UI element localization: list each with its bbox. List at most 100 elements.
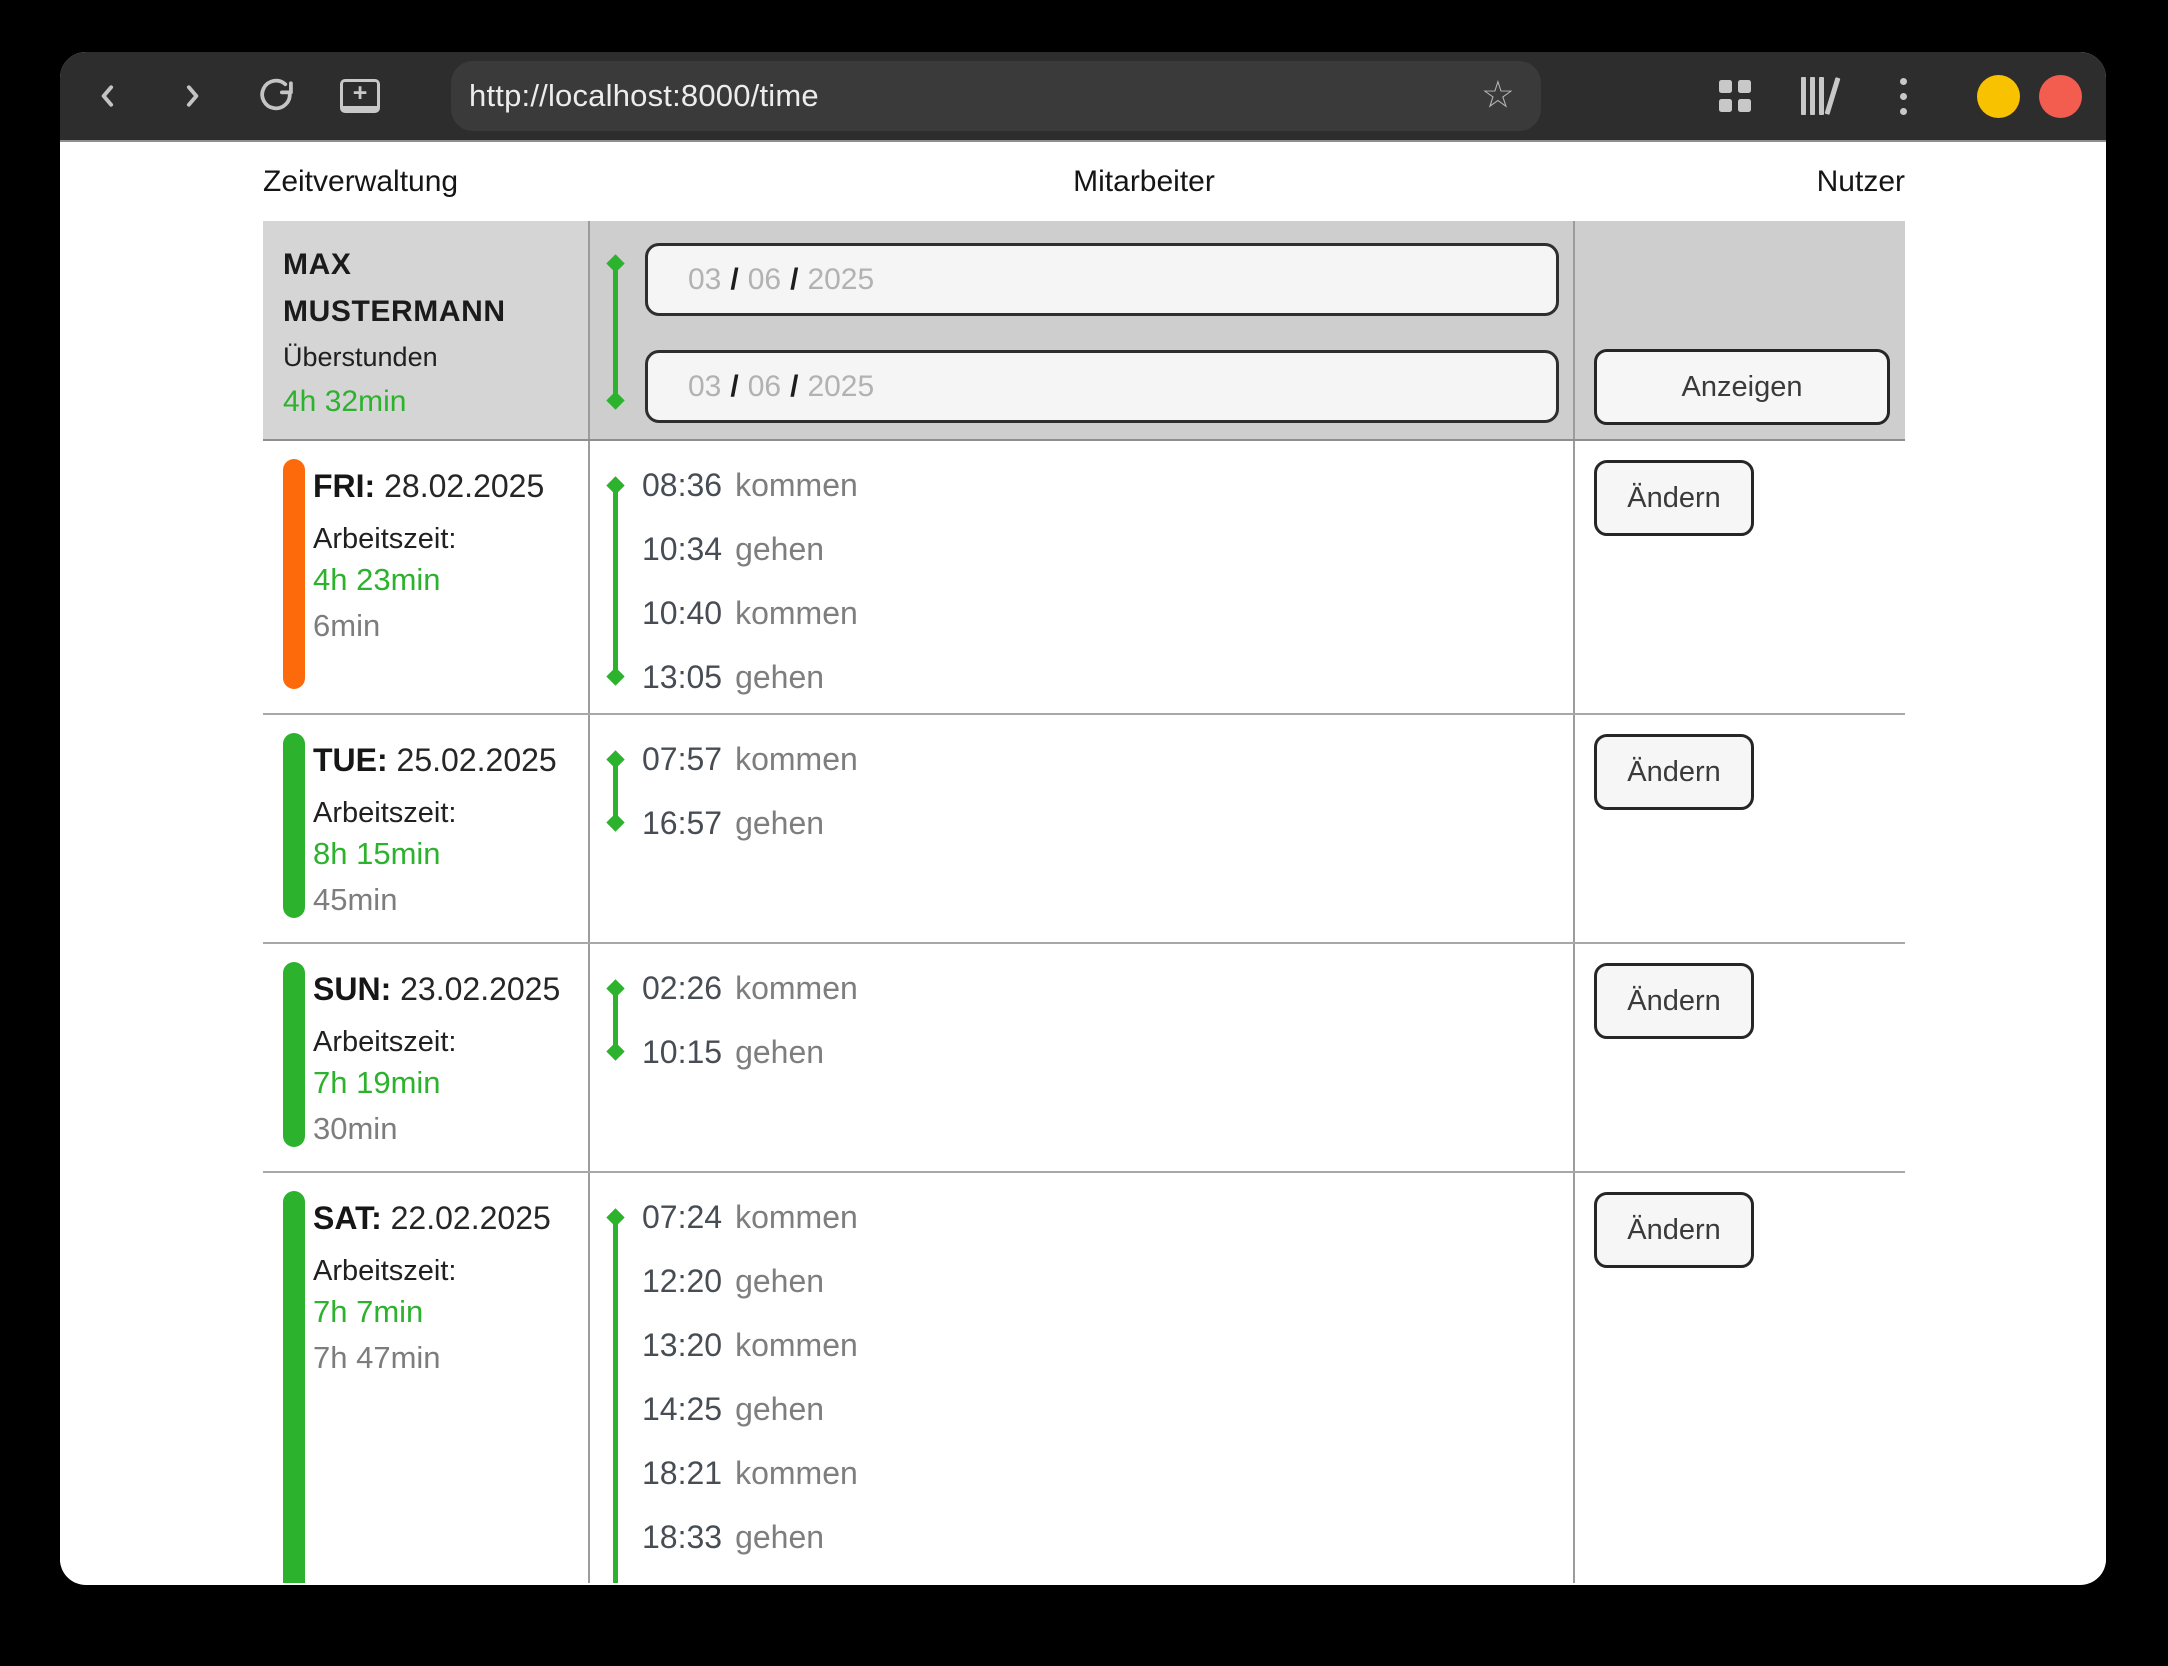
screen: + http://localhost:8000/time ☆ xyxy=(0,0,2168,1666)
time-type: gehen xyxy=(735,659,824,696)
timeline xyxy=(613,1217,618,1583)
day-heading: TUE: 25.02.2025 xyxy=(313,741,588,779)
time-value: 07:24 xyxy=(642,1199,722,1236)
time-entries-cell: 07:24 kommen 12:20 gehen 13:20 kommen 14… xyxy=(590,1173,1575,1583)
show-action-cell: Anzeigen xyxy=(1575,221,1905,439)
time-type: kommen xyxy=(735,741,858,778)
new-tab-button[interactable]: + xyxy=(332,64,388,128)
pause-value: 7h 47min xyxy=(313,1335,588,1381)
worktime-value: 4h 23min xyxy=(313,557,588,603)
pause-value: 30min xyxy=(313,1106,588,1152)
nav-mitarbeiter[interactable]: Mitarbeiter xyxy=(1073,165,1215,199)
day-summary-cell: SUN: 23.02.2025 Arbeitszeit: 7h 19min 30… xyxy=(263,944,590,1171)
date-separator: / xyxy=(790,370,798,404)
reload-icon xyxy=(254,74,298,118)
day-heading: FRI: 28.02.2025 xyxy=(313,467,588,505)
time-value: 10:34 xyxy=(642,531,722,568)
aendern-button[interactable]: Ändern xyxy=(1594,963,1754,1039)
apps-grid-button[interactable] xyxy=(1707,64,1763,128)
time-entry: 13:20 kommen xyxy=(642,1313,1573,1377)
aendern-button[interactable]: Ändern xyxy=(1594,1192,1754,1268)
anzeigen-button[interactable]: Anzeigen xyxy=(1594,349,1890,425)
date-to-day: 03 xyxy=(688,370,721,404)
time-type: kommen xyxy=(735,1199,858,1236)
date-range-timeline xyxy=(613,263,618,401)
nav-nutzer[interactable]: Nutzer xyxy=(1817,165,1905,199)
time-entry: 07:57 kommen xyxy=(642,727,1573,791)
time-type: kommen xyxy=(735,970,858,1007)
status-bar xyxy=(283,1191,305,1583)
time-value: 08:36 xyxy=(642,467,722,504)
date-to-input[interactable]: 03/06/2025 xyxy=(645,350,1559,423)
time-type: gehen xyxy=(735,1391,824,1428)
time-type: kommen xyxy=(735,1327,858,1364)
chevron-left-icon xyxy=(93,78,123,114)
day-action-cell: Ändern xyxy=(1575,1173,1905,1583)
day-date: 22.02.2025 xyxy=(391,1200,551,1236)
date-range-cell: 03/06/2025 03/06/2025 xyxy=(590,221,1575,439)
date-from-month: 06 xyxy=(748,263,781,297)
day-row: FRI: 28.02.2025 Arbeitszeit: 4h 23min 6m… xyxy=(263,441,1905,713)
timeline xyxy=(613,988,618,1052)
time-entry: 07:24 kommen xyxy=(642,1185,1573,1249)
time-entry: 10:34 gehen xyxy=(642,517,1573,581)
date-to-month: 06 xyxy=(748,370,781,404)
worktime-value: 8h 15min xyxy=(313,831,588,877)
time-entry: 10:40 kommen xyxy=(642,581,1573,645)
worktime-label: Arbeitszeit: xyxy=(313,521,588,557)
time-type: kommen xyxy=(735,595,858,632)
employee-name-line2: MUSTERMANN xyxy=(283,288,588,335)
forward-button[interactable] xyxy=(164,64,220,128)
day-rows: FRI: 28.02.2025 Arbeitszeit: 4h 23min 6m… xyxy=(263,441,1905,1583)
back-button[interactable] xyxy=(80,64,136,128)
day-row: SAT: 22.02.2025 Arbeitszeit: 7h 7min 7h … xyxy=(263,1171,1905,1583)
time-value: 18:21 xyxy=(642,1455,722,1492)
time-type: kommen xyxy=(735,467,858,504)
browser-window: + http://localhost:8000/time ☆ xyxy=(60,52,2106,1585)
time-entry: 18:33 gehen xyxy=(642,1505,1573,1569)
day-row: SUN: 23.02.2025 Arbeitszeit: 7h 19min 30… xyxy=(263,942,1905,1171)
worktime-label: Arbeitszeit: xyxy=(313,795,588,831)
day-label: SUN: xyxy=(313,971,391,1007)
menu-button[interactable] xyxy=(1875,64,1931,128)
reload-button[interactable] xyxy=(248,64,304,128)
library-icon xyxy=(1797,77,1841,115)
timeline xyxy=(613,485,618,677)
worktime-value: 7h 7min xyxy=(313,1289,588,1335)
window-close-button[interactable] xyxy=(2039,75,2082,118)
day-summary-cell: FRI: 28.02.2025 Arbeitszeit: 4h 23min 6m… xyxy=(263,441,590,713)
chevron-right-icon xyxy=(177,78,207,114)
date-from-day: 03 xyxy=(688,263,721,297)
aendern-button[interactable]: Ändern xyxy=(1594,734,1754,810)
new-tab-icon: + xyxy=(340,79,380,113)
day-label: TUE: xyxy=(313,742,388,778)
aendern-button[interactable]: Ändern xyxy=(1594,460,1754,536)
time-entry: 13:05 gehen xyxy=(642,645,1573,709)
summary-header: MAX MUSTERMANN Überstunden 4h 32min 03/0… xyxy=(263,221,1905,441)
toolbar-right-cluster xyxy=(1707,64,2082,128)
time-entry-list: 07:24 kommen 12:20 gehen 13:20 kommen 14… xyxy=(642,1185,1573,1583)
time-value: 18:33 xyxy=(642,1519,722,1556)
time-type: kommen xyxy=(735,1455,858,1492)
time-value: 13:05 xyxy=(642,659,722,696)
time-table: MAX MUSTERMANN Überstunden 4h 32min 03/0… xyxy=(263,221,1905,1583)
library-button[interactable] xyxy=(1791,64,1847,128)
day-action-cell: Ändern xyxy=(1575,944,1905,1171)
time-type: kommen xyxy=(735,1583,858,1584)
employee-summary-cell: MAX MUSTERMANN Überstunden 4h 32min xyxy=(263,221,590,439)
day-heading: SUN: 23.02.2025 xyxy=(313,970,588,1008)
bookmark-star-icon[interactable]: ☆ xyxy=(1481,73,1515,118)
window-minimize-button[interactable] xyxy=(1977,75,2020,118)
time-entry: 02:26 kommen xyxy=(642,956,1573,1020)
date-from-input[interactable]: 03/06/2025 xyxy=(645,243,1559,316)
date-separator: / xyxy=(730,370,738,404)
time-entries-cell: 07:57 kommen 16:57 gehen xyxy=(590,715,1575,942)
worktime-label: Arbeitszeit: xyxy=(313,1253,588,1289)
day-summary-cell: TUE: 25.02.2025 Arbeitszeit: 8h 15min 45… xyxy=(263,715,590,942)
nav-zeitverwaltung[interactable]: Zeitverwaltung xyxy=(263,165,458,199)
url-bar[interactable]: http://localhost:8000/time ☆ xyxy=(451,61,1541,131)
status-bar xyxy=(283,459,305,689)
worktime-label: Arbeitszeit: xyxy=(313,1024,588,1060)
time-type: gehen xyxy=(735,805,824,842)
time-entry-list: 02:26 kommen 10:15 gehen xyxy=(642,956,1573,1084)
